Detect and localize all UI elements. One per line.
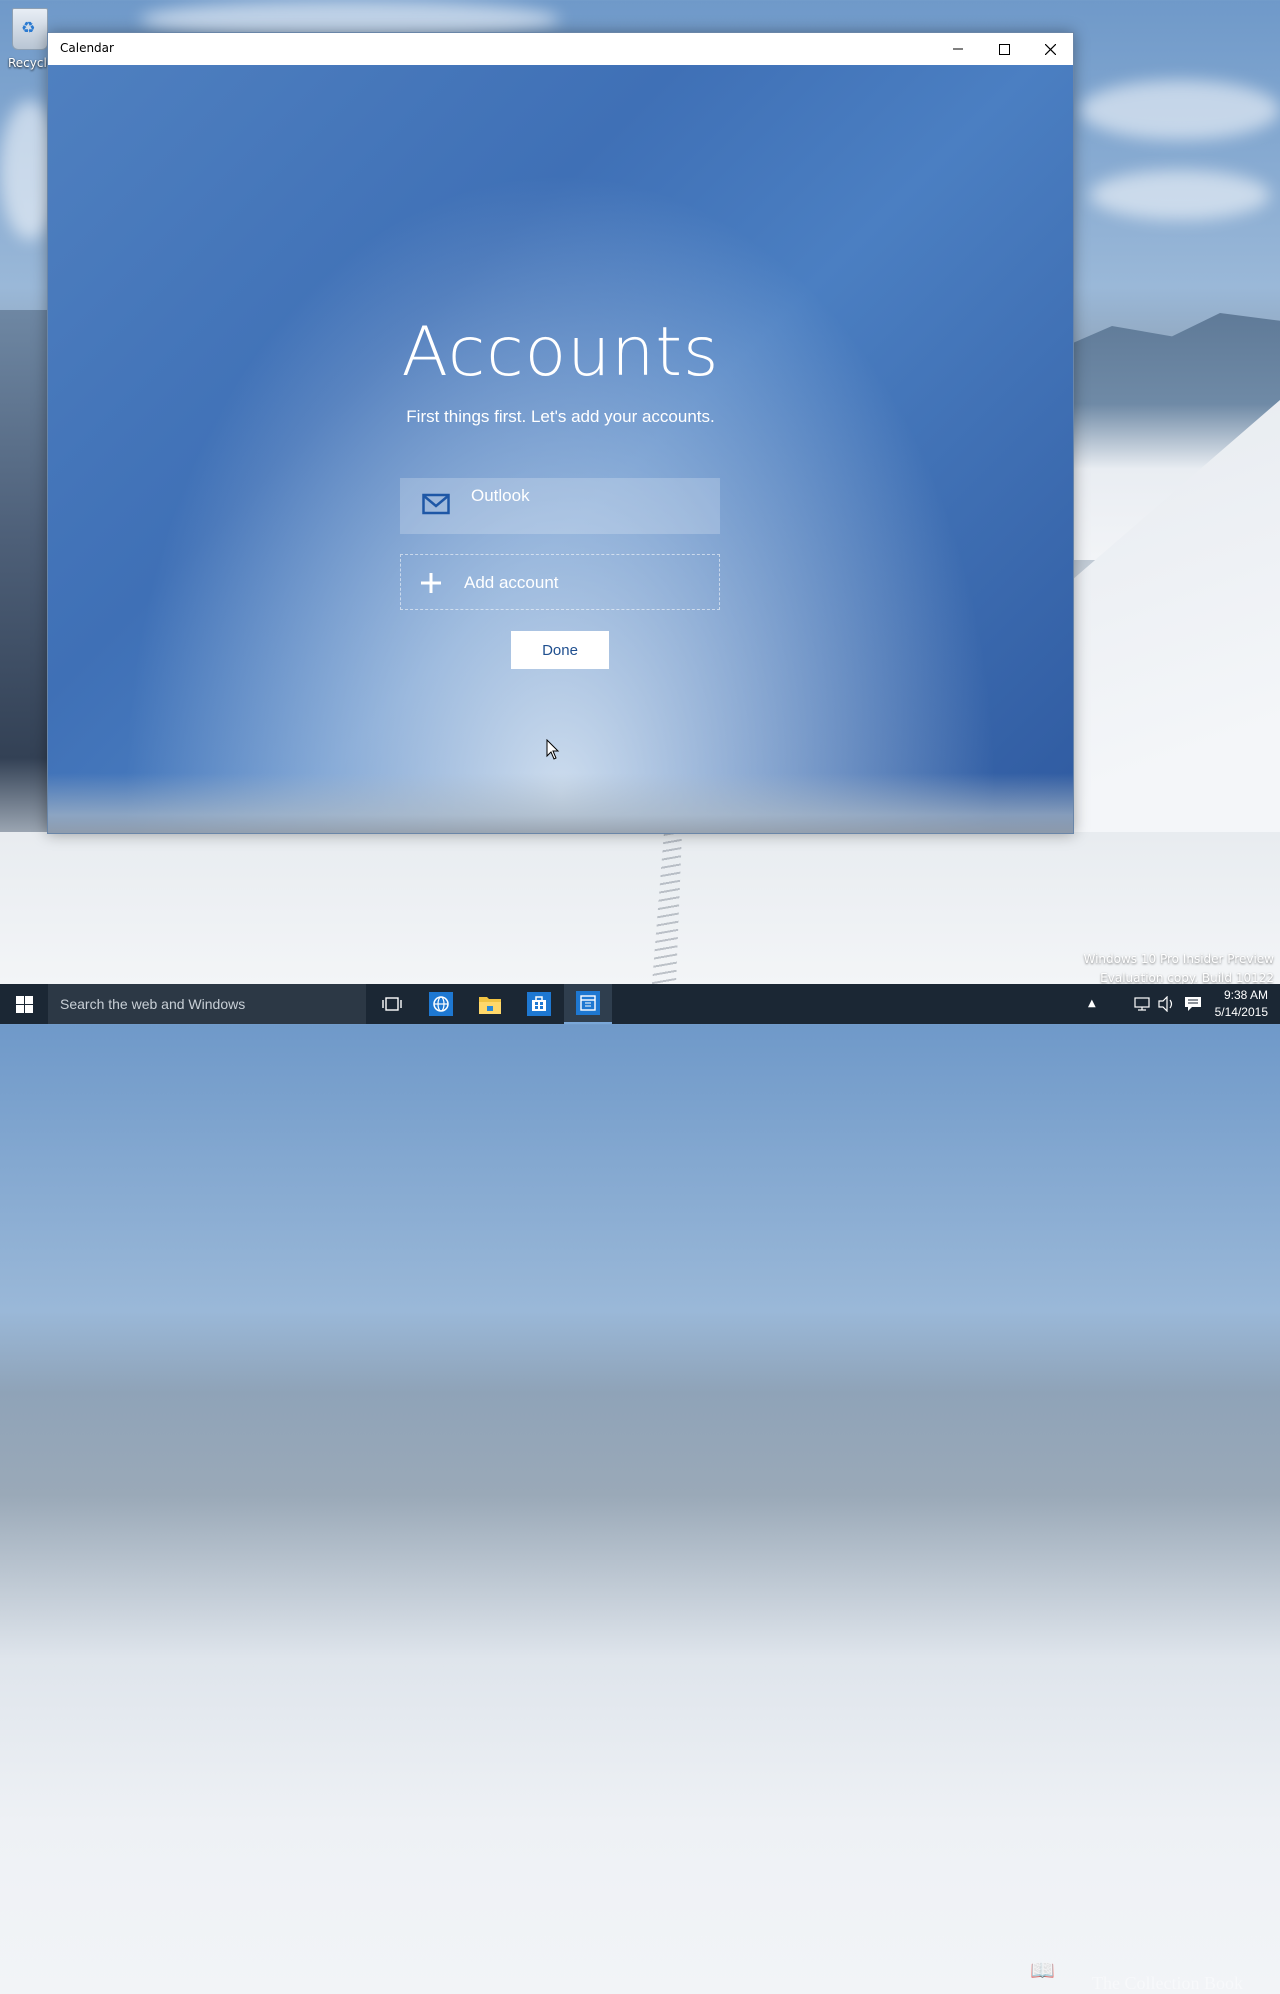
search-input[interactable]: Search the web and Windows xyxy=(48,984,366,1024)
taskbar: Search the web and Windows 📖 The Collect… xyxy=(0,984,1280,1993)
volume-icon[interactable] xyxy=(1158,996,1176,1012)
action-center-icon[interactable] xyxy=(1184,996,1202,1012)
cloud xyxy=(1090,170,1270,220)
ie-icon xyxy=(429,992,453,1016)
cloud xyxy=(1080,80,1280,140)
title-bar[interactable]: Calendar xyxy=(48,33,1073,65)
taskbar-calendar[interactable] xyxy=(564,984,612,1024)
add-account-label: Add account xyxy=(464,573,559,592)
page-title: Accounts xyxy=(401,313,720,392)
windows-logo-icon xyxy=(15,995,33,1013)
calendar-window: Calendar Accounts First things first. Le… xyxy=(47,32,1074,834)
clock-time: 9:38 AM xyxy=(1223,988,1268,1002)
taskbar-internet-explorer[interactable] xyxy=(417,984,465,1024)
windows-watermark: Windows 10 Pro Insider Preview Evaluatio… xyxy=(1083,950,1274,988)
task-view-icon xyxy=(382,997,402,1011)
desktop-icon-label: Recycle xyxy=(8,56,55,70)
network-icon[interactable] xyxy=(1134,996,1152,1012)
mail-icon xyxy=(422,493,450,515)
maximize-icon xyxy=(998,43,1010,55)
watermark-edition: Windows 10 Pro Insider Preview xyxy=(1083,952,1274,966)
account-tile-outlook[interactable]: Outlook xyxy=(400,478,720,534)
minimize-button[interactable] xyxy=(935,33,981,65)
store-icon xyxy=(527,992,551,1016)
calendar-icon xyxy=(576,991,600,1015)
account-name: Outlook xyxy=(471,486,530,505)
close-button[interactable] xyxy=(1027,33,1073,65)
system-clock[interactable]: 9:38 AM 5/14/2015 xyxy=(1215,987,1268,1021)
page-subtitle: First things first. Let's add your accou… xyxy=(406,407,715,426)
chevron-up-icon[interactable]: ▲ xyxy=(1088,998,1096,1009)
mountain-forest xyxy=(0,310,48,870)
file-explorer-icon xyxy=(479,997,501,1014)
book-logo-icon: 📖 xyxy=(1030,1958,1055,1982)
mouse-cursor-icon xyxy=(546,739,560,760)
task-view-button[interactable] xyxy=(368,984,416,1024)
close-icon xyxy=(1044,43,1056,55)
taskbar-store[interactable] xyxy=(515,984,563,1024)
minimize-icon xyxy=(953,48,963,50)
overlay-watermark-text: The Collection Book xyxy=(1092,1973,1243,1993)
window-title: Calendar xyxy=(60,41,114,55)
plus-icon xyxy=(421,573,441,593)
taskbar-file-explorer[interactable] xyxy=(466,984,514,1024)
maximize-button[interactable] xyxy=(981,33,1027,65)
desktop-icon-recycle-bin[interactable]: Recycle xyxy=(8,8,55,70)
accounts-page: Accounts First things first. Let's add y… xyxy=(48,65,1073,833)
clock-date: 5/14/2015 xyxy=(1214,1005,1268,1019)
done-button[interactable]: Done xyxy=(511,631,609,669)
recycle-bin-icon xyxy=(12,8,48,50)
start-button[interactable] xyxy=(0,984,48,1024)
add-account-button[interactable]: Add account xyxy=(400,554,720,610)
